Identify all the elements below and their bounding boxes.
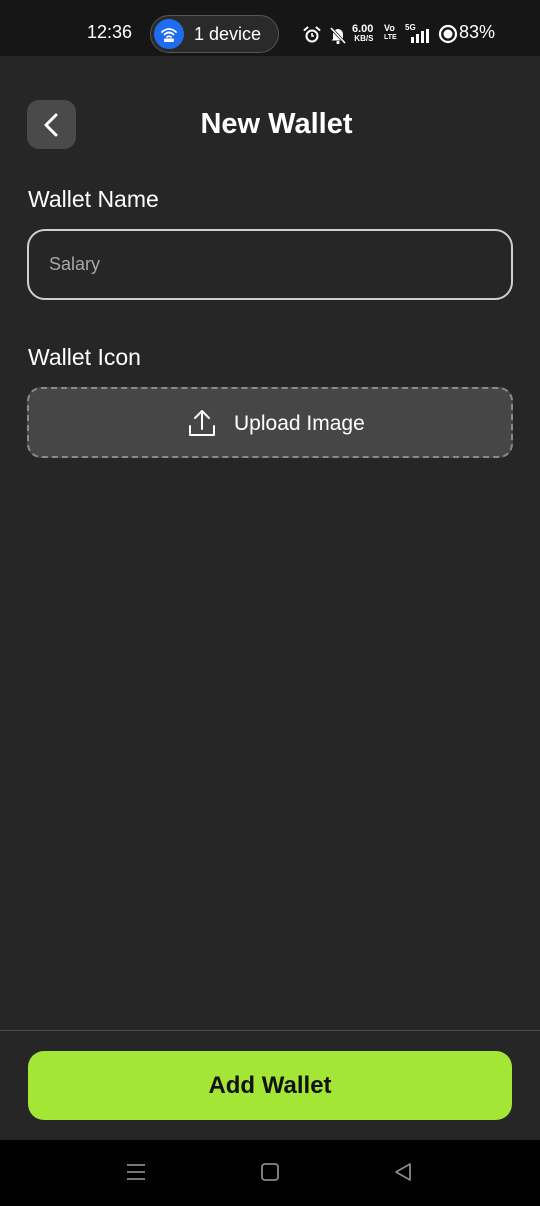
signal-icon xyxy=(411,29,429,43)
wallet-name-label: Wallet Name xyxy=(28,186,159,212)
battery-percentage: 83% xyxy=(459,22,496,42)
net-speed-value: 6.00 xyxy=(352,23,374,35)
page-title: New Wallet xyxy=(200,108,353,140)
home-icon[interactable] xyxy=(260,1160,280,1184)
hotspot-icon xyxy=(154,19,184,49)
footer-divider xyxy=(0,1030,540,1031)
mute-icon xyxy=(329,26,347,45)
status-time: 12:36 xyxy=(87,22,133,42)
menu-icon[interactable] xyxy=(126,1160,146,1184)
alarm-icon xyxy=(303,26,321,43)
volte-bottom: LTE xyxy=(384,34,397,41)
upload-image-button[interactable]: Upload Image xyxy=(27,387,513,458)
net-speed: 6.00 KB/S xyxy=(352,24,373,44)
wallet-name-input[interactable] xyxy=(27,229,513,300)
wallet-icon-label: Wallet Icon xyxy=(28,344,141,370)
new-wallet-screen: New Wallet Wallet Name Wallet Icon Uploa… xyxy=(0,56,540,1140)
volte-top: Vo xyxy=(384,23,395,33)
upload-icon xyxy=(189,410,215,436)
hotspot-indicator[interactable]: 1 device xyxy=(150,15,279,53)
system-nav-bar xyxy=(0,1140,540,1206)
upload-image-label: Upload Image xyxy=(234,412,365,435)
add-wallet-button[interactable]: Add Wallet xyxy=(28,1051,512,1120)
hotspot-label: 1 device xyxy=(194,24,262,44)
volte-indicator: Vo LTE xyxy=(384,24,397,42)
status-bar: 12:36 1 device 6.00 KB/S Vo LTE 5G 83% xyxy=(0,0,540,56)
net-speed-unit: KB/S xyxy=(354,34,374,43)
back-icon[interactable] xyxy=(393,1160,413,1184)
battery-icon xyxy=(438,24,458,44)
